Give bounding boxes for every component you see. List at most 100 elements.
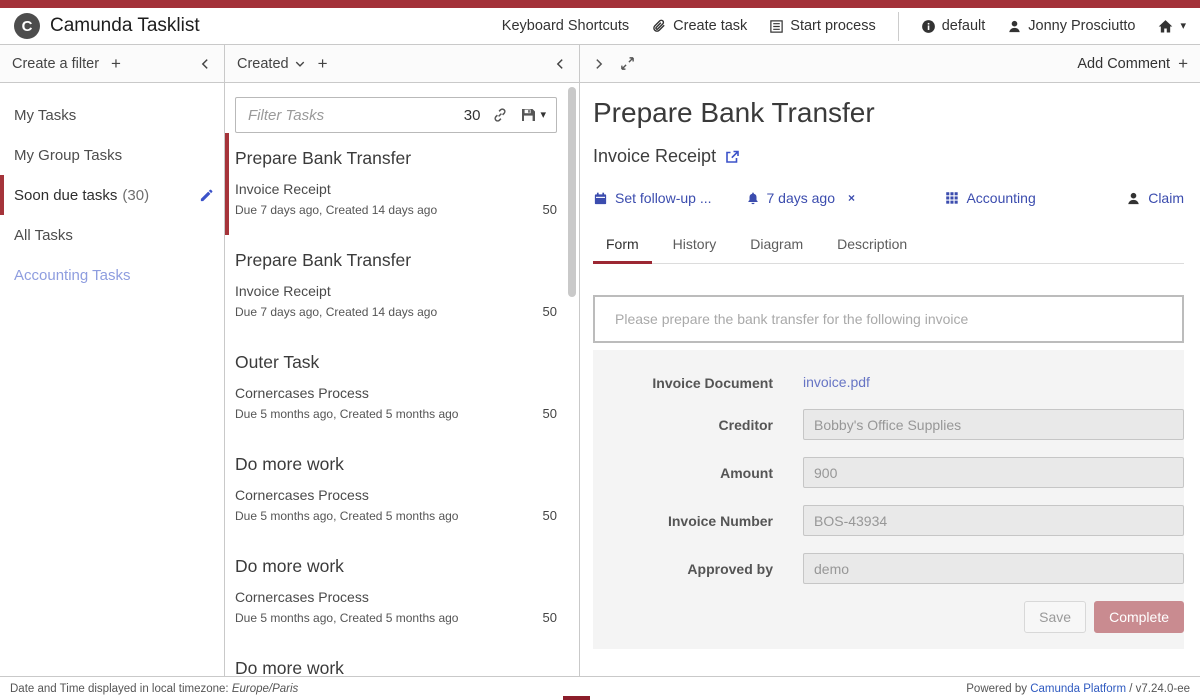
- tab-form[interactable]: Form: [593, 228, 652, 264]
- sidebar-item-my-group-tasks[interactable]: My Group Tasks: [0, 135, 224, 175]
- detail-tabs: Form History Diagram Description: [593, 228, 1184, 264]
- add-comment-label: Add Comment: [1077, 56, 1170, 72]
- task-list-item[interactable]: Prepare Bank Transfer Invoice Receipt Du…: [225, 133, 557, 235]
- keyboard-shortcuts-label: Keyboard Shortcuts: [502, 18, 629, 34]
- sidebar-item-soon-due-tasks[interactable]: Soon due tasks (30): [0, 175, 224, 215]
- app-title: Camunda Tasklist: [50, 15, 200, 37]
- app-footer: Date and Time displayed in local timezon…: [0, 676, 1200, 700]
- tab-diagram[interactable]: Diagram: [737, 228, 816, 264]
- task-priority: 50: [543, 202, 557, 217]
- save-button[interactable]: Save: [1024, 601, 1086, 633]
- tab-description[interactable]: Description: [824, 228, 920, 264]
- tab-history[interactable]: History: [660, 228, 730, 264]
- create-filter-button[interactable]: +: [111, 54, 121, 74]
- start-process-button[interactable]: Start process: [769, 18, 875, 34]
- followup-label: Set follow-up ...: [615, 190, 712, 206]
- invoice-number-field[interactable]: [803, 505, 1184, 536]
- task-list-column: Created + 30 ▾ Prepare Bank Transfer: [225, 45, 580, 676]
- task-process-name: Cornercases Process: [235, 385, 557, 401]
- paperclip-icon: [651, 18, 667, 34]
- home-menu[interactable]: ▾: [1157, 18, 1186, 35]
- task-action-bar: Set follow-up ... 7 days ago × Accountin…: [593, 190, 1184, 206]
- task-list-item[interactable]: Do more work Cornercases Process Due 5 m…: [225, 541, 557, 643]
- camunda-platform-link[interactable]: Camunda Platform: [1030, 683, 1126, 695]
- filter-tasks-input[interactable]: [248, 107, 464, 124]
- form-row-approved-by: Approved by: [593, 553, 1184, 584]
- claim-button[interactable]: Claim: [1126, 190, 1184, 206]
- task-priority: 50: [543, 304, 557, 319]
- chevron-down-icon: ▾: [1180, 21, 1186, 32]
- detail-toolbar: Add Comment +: [580, 45, 1200, 83]
- task-list-item[interactable]: Prepare Bank Transfer Invoice Receipt Du…: [225, 235, 557, 337]
- keyboard-shortcuts-link[interactable]: Keyboard Shortcuts: [502, 18, 629, 34]
- task-list-scrollbar[interactable]: [568, 85, 576, 674]
- collapse-detail-icon[interactable]: [592, 57, 606, 71]
- start-process-label: Start process: [790, 18, 875, 34]
- user-name-label: Jonny Prosciutto: [1028, 18, 1135, 34]
- form-row-amount: Amount: [593, 457, 1184, 488]
- process-name-label: Invoice Receipt: [593, 146, 716, 167]
- creditor-field[interactable]: [803, 409, 1184, 440]
- camunda-tasklist-app: C Camunda Tasklist Keyboard Shortcuts Cr…: [0, 0, 1200, 700]
- chevron-down-icon: [294, 58, 306, 70]
- create-task-label: Create task: [673, 18, 747, 34]
- save-filter-icon[interactable]: ▾: [520, 107, 546, 123]
- amount-field[interactable]: [803, 457, 1184, 488]
- task-list-item[interactable]: Outer Task Cornercases Process Due 5 mon…: [225, 337, 557, 439]
- task-title: Prepare Bank Transfer: [235, 250, 557, 271]
- collapse-sidebar-icon[interactable]: [198, 57, 212, 71]
- field-label: Invoice Document: [593, 375, 773, 391]
- filter-count: (30): [122, 187, 149, 204]
- task-dates: Due 7 days ago, Created 14 days ago: [235, 203, 437, 217]
- group-button[interactable]: Accounting: [945, 190, 1035, 206]
- task-detail-panel: Add Comment + Prepare Bank Transfer Invo…: [580, 45, 1200, 676]
- timezone-info: Date and Time displayed in local timezon…: [10, 683, 298, 695]
- edit-filter-pencil-icon[interactable]: [199, 188, 214, 203]
- task-title: Do more work: [235, 658, 557, 676]
- sidebar-item-all-tasks[interactable]: All Tasks: [0, 215, 224, 255]
- task-title: Do more work: [235, 556, 557, 577]
- sort-label: Created: [237, 56, 289, 72]
- engine-selector[interactable]: default: [921, 18, 986, 34]
- clipped-element: [563, 696, 590, 700]
- add-sort-button[interactable]: +: [318, 54, 328, 74]
- user-menu[interactable]: Jonny Prosciutto: [1007, 18, 1135, 34]
- set-followup-button[interactable]: Set follow-up ...: [593, 190, 712, 206]
- create-task-button[interactable]: Create task: [651, 18, 747, 34]
- person-icon: [1126, 191, 1141, 206]
- add-comment-button[interactable]: Add Comment +: [1077, 54, 1188, 74]
- claim-label: Claim: [1148, 190, 1184, 206]
- sidebar-item-my-tasks[interactable]: My Tasks: [0, 95, 224, 135]
- form-instruction-box: Please prepare the bank transfer for the…: [593, 295, 1184, 343]
- task-process-name: Invoice Receipt: [235, 181, 557, 197]
- external-link-icon[interactable]: [724, 149, 740, 165]
- approved-by-field[interactable]: [803, 553, 1184, 584]
- app-header: C Camunda Tasklist Keyboard Shortcuts Cr…: [0, 8, 1200, 45]
- collapse-task-list-icon[interactable]: [553, 57, 567, 71]
- sort-by-created[interactable]: Created: [237, 56, 306, 72]
- remove-followup-icon[interactable]: ×: [848, 191, 855, 205]
- filter-tasks-box: 30 ▾: [235, 97, 557, 133]
- due-date-button[interactable]: 7 days ago ×: [746, 190, 856, 206]
- task-list-item[interactable]: Do more work Cornercases Process Due 5 m…: [225, 439, 557, 541]
- plus-icon: +: [1178, 54, 1188, 74]
- main-area: Create a filter + My Tasks My Group Task…: [0, 45, 1200, 676]
- detail-body: Prepare Bank Transfer Invoice Receipt Se…: [580, 83, 1200, 676]
- scrollbar-thumb[interactable]: [568, 87, 576, 297]
- header-divider: [898, 12, 899, 41]
- task-dates: Due 7 days ago, Created 14 days ago: [235, 305, 437, 319]
- invoice-pdf-link[interactable]: invoice.pdf: [803, 374, 870, 390]
- filter-label: My Group Tasks: [14, 147, 122, 164]
- task-title: Prepare Bank Transfer: [235, 148, 557, 169]
- powered-prefix: Powered by: [966, 683, 1030, 695]
- task-list-item[interactable]: Do more work: [225, 643, 557, 676]
- expand-fullscreen-icon[interactable]: [620, 56, 635, 71]
- complete-button[interactable]: Complete: [1094, 601, 1184, 633]
- copy-link-icon[interactable]: [492, 107, 508, 123]
- camunda-logo-icon: C: [14, 13, 40, 39]
- task-dates: Due 5 months ago, Created 5 months ago: [235, 611, 458, 625]
- filter-label: Accounting Tasks: [14, 267, 130, 284]
- task-list-toolbar: Created +: [225, 45, 579, 83]
- task-detail-title: Prepare Bank Transfer: [593, 97, 1184, 129]
- sidebar-item-accounting-tasks[interactable]: Accounting Tasks: [0, 255, 224, 295]
